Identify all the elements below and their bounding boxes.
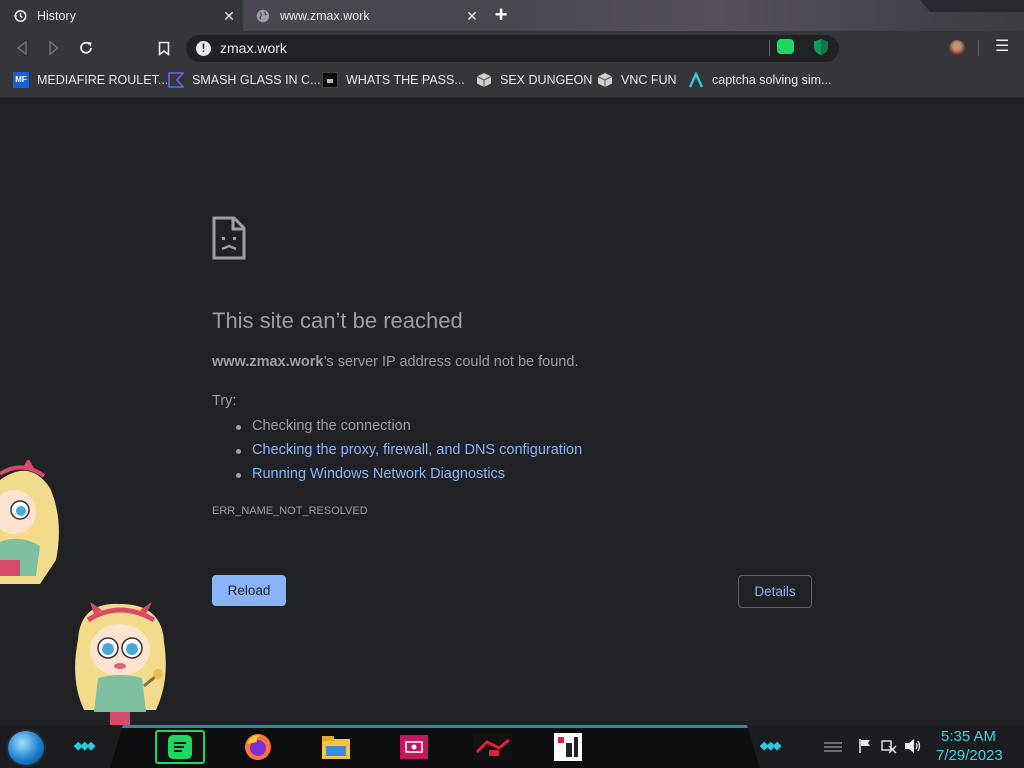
bookmark-whats-the-pass[interactable]: WHATS THE PASS...	[322, 65, 465, 95]
show-hidden-icons[interactable]	[822, 740, 844, 757]
pixel-app-icon	[554, 733, 582, 761]
bookmark-captcha[interactable]: captcha solving sim...	[688, 65, 832, 95]
toolbar-divider	[978, 40, 979, 56]
try-label: Try:	[212, 393, 237, 409]
cube-icon	[476, 72, 492, 88]
game-app-icon	[473, 734, 513, 760]
tab-zmax[interactable]: www.zmax.work ✕	[243, 0, 486, 31]
taskbar-firefox[interactable]	[240, 730, 276, 764]
bookmark-label: WHATS THE PASS...	[346, 73, 465, 87]
address-bar-url: zmax.work	[220, 40, 287, 56]
error-code: ERR_NAME_NOT_RESOLVED	[212, 505, 368, 517]
bookmark-label: VNC FUN	[621, 73, 677, 87]
volume-icon[interactable]	[904, 738, 922, 757]
taskbar-spotify[interactable]	[155, 730, 205, 764]
close-tab-icon[interactable]: ✕	[221, 8, 237, 24]
bookmark-label: SEX DUNGEON	[500, 73, 593, 87]
details-button[interactable]: Details	[738, 575, 812, 608]
bookmark-label: captcha solving sim...	[712, 73, 832, 87]
browser-menu-icon[interactable]: ☰	[995, 39, 1009, 55]
bookmark-icon	[158, 41, 170, 56]
cube-icon	[597, 72, 613, 88]
bookmark-mediafire[interactable]: MF MEDIAFIRE ROULET...	[13, 65, 168, 95]
bookmarks-bar: MF MEDIAFIRE ROULET... SMASH GLASS IN C.…	[0, 65, 1024, 98]
error-description: www.zmax.work’s server IP address could …	[212, 354, 578, 370]
bookmark-vnc-fun[interactable]: VNC FUN	[597, 65, 677, 95]
character-sticker-1	[0, 460, 59, 584]
file-explorer-icon	[322, 736, 350, 759]
taskbar-pixel-app[interactable]	[552, 730, 584, 764]
dark-site-icon	[322, 72, 338, 88]
history-icon	[12, 8, 28, 24]
back-button[interactable]	[13, 39, 31, 57]
reload-button[interactable]: Reload	[212, 575, 286, 606]
error-message: ’s server IP address could not be found.	[323, 354, 579, 370]
tab-title: History	[37, 8, 76, 23]
error-heading: This site can’t be reached	[212, 308, 463, 333]
toolbar-divider	[769, 40, 770, 56]
bookmark-label: SMASH GLASS IN C...	[192, 73, 321, 87]
address-bar[interactable]: ! zmax.work	[186, 35, 839, 62]
suggestion-text: Checking the connection	[252, 418, 411, 434]
shield-extension-icon[interactable]	[813, 38, 829, 56]
network-icon[interactable]	[881, 738, 897, 757]
site-info-icon[interactable]: !	[196, 41, 211, 56]
firefox-icon	[245, 734, 271, 760]
forward-arrow-icon	[49, 41, 60, 55]
lambda-icon	[688, 72, 704, 88]
bookmark-button[interactable]	[155, 39, 173, 57]
taskbar-media-app[interactable]	[398, 730, 430, 764]
mediafire-icon: MF	[13, 72, 29, 88]
taskbar-clock-date[interactable]: 7/29/2023	[936, 747, 1003, 764]
refresh-button[interactable]	[77, 39, 95, 57]
taskbar-chevrons-icon: ◆◆◆	[760, 740, 781, 752]
profile-avatar[interactable]	[949, 40, 965, 56]
taskbar-chevrons-icon: ◆◆◆	[74, 740, 95, 752]
sad-page-icon	[212, 216, 246, 260]
suggestion-link-diagnostics[interactable]: Running Windows Network Diagnostics	[252, 466, 505, 482]
new-tab-button[interactable]: +	[489, 4, 513, 26]
tab-title: www.zmax.work	[280, 8, 370, 23]
bookmark-smash-glass[interactable]: SMASH GLASS IN C...	[168, 65, 321, 95]
error-host: www.zmax.work	[212, 354, 324, 370]
start-button[interactable]	[8, 731, 44, 765]
tab-history[interactable]: History ✕	[0, 0, 243, 31]
spotify-extension-icon[interactable]	[777, 39, 794, 54]
browser-toolbar: ! zmax.work	[0, 31, 1024, 65]
bullet	[236, 473, 241, 478]
bullet	[236, 449, 241, 454]
suggestion-link-proxy[interactable]: Checking the proxy, firewall, and DNS co…	[252, 442, 582, 458]
taskbar-clock-time[interactable]: 5:35 AM	[941, 728, 996, 745]
forward-button[interactable]	[45, 39, 63, 57]
taskbar-file-explorer[interactable]	[318, 730, 354, 764]
media-app-icon	[400, 735, 428, 759]
spotify-icon	[168, 735, 192, 759]
globe-icon	[255, 8, 271, 24]
taskbar-app-band	[110, 725, 760, 768]
bookmark-sex-dungeon[interactable]: SEX DUNGEON	[476, 65, 592, 95]
bullet	[236, 425, 241, 430]
close-tab-icon[interactable]: ✕	[464, 8, 480, 24]
back-arrow-icon	[16, 41, 27, 55]
action-center-flag-icon[interactable]	[858, 738, 872, 757]
smash-icon	[168, 72, 184, 88]
refresh-icon	[80, 41, 92, 54]
bookmark-label: MEDIAFIRE ROULET...	[37, 73, 169, 87]
taskbar-game-app[interactable]	[470, 730, 516, 764]
titlebar-decoration-top	[920, 0, 1024, 12]
character-sticker-2	[75, 602, 166, 725]
tab-strip: History ✕ www.zmax.work ✕ +	[0, 0, 1024, 31]
